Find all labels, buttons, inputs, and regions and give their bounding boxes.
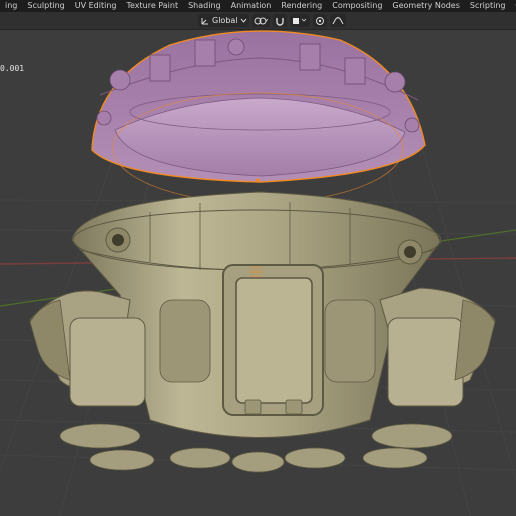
proportional-falloff-dropdown[interactable] <box>329 14 346 27</box>
viewport-header: Global <box>0 12 516 30</box>
transform-orientation-dropdown[interactable]: Global <box>198 14 249 27</box>
tab-compositing[interactable]: Compositing <box>327 0 387 12</box>
tab-uv-editing[interactable]: UV Editing <box>70 0 122 12</box>
tab-texture-paint[interactable]: Texture Paint <box>121 0 183 12</box>
falloff-curve-icon <box>332 16 343 24</box>
magnet-icon <box>275 17 284 26</box>
add-workspace-button[interactable]: + <box>510 0 516 12</box>
proportional-editing-toggle[interactable] <box>312 14 327 27</box>
transform-tools: Global <box>198 14 346 27</box>
proportional-editing-icon <box>315 16 324 25</box>
tab-geometry-nodes[interactable]: Geometry Nodes <box>387 0 464 12</box>
orientation-axes-icon <box>201 17 208 24</box>
tab-sculpting[interactable]: Sculpting <box>22 0 69 12</box>
coordinate-readout: 0.001 <box>0 64 25 73</box>
snapping-toggle[interactable] <box>272 14 287 27</box>
viewport-canvas[interactable] <box>0 30 516 516</box>
workspace-tab-bar: ing Sculpting UV Editing Texture Paint S… <box>0 0 516 12</box>
pivot-point-dropdown[interactable] <box>251 14 270 27</box>
tab-shading[interactable]: Shading <box>183 0 226 12</box>
tab-rendering[interactable]: Rendering <box>276 0 327 12</box>
transform-orientation-label: Global <box>212 16 238 25</box>
snap-target-dropdown[interactable] <box>289 14 310 27</box>
chevron-down-icon <box>240 18 246 23</box>
pivot-point-icon <box>254 17 268 24</box>
3d-viewport[interactable]: 0.001 <box>0 30 516 516</box>
capsule-body-mesh[interactable] <box>29 191 496 473</box>
snap-increment-icon <box>292 17 306 24</box>
tab-animation[interactable]: Animation <box>226 0 277 12</box>
selected-dome-mesh[interactable] <box>91 30 426 204</box>
tab-layout[interactable]: ing <box>0 0 22 12</box>
tab-scripting[interactable]: Scripting <box>465 0 511 12</box>
